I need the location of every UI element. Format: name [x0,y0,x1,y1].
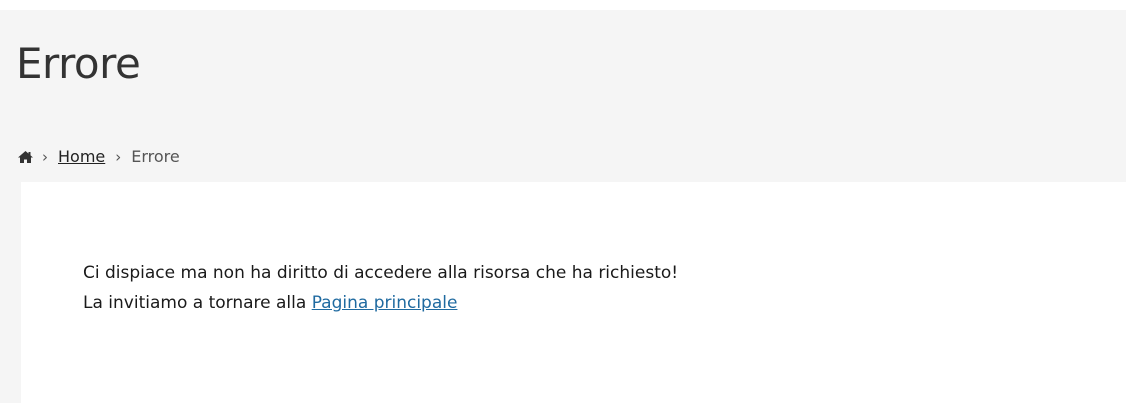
return-message-line: La invitiamo a tornare alla Pagina princ… [83,288,678,318]
breadcrumb-separator: › [42,148,48,166]
breadcrumb-separator: › [115,148,122,166]
error-message: Ci dispiace ma non ha diritto di acceder… [83,258,678,318]
breadcrumb-home-link[interactable]: Home [58,146,105,168]
breadcrumb-current: Errore [131,147,180,166]
main-page-link[interactable]: Pagina principale [312,293,458,313]
content-card: Ci dispiace ma non ha diritto di acceder… [21,182,1126,413]
error-message-line: Ci dispiace ma non ha diritto di acceder… [83,263,679,283]
page-header: Errore › Home › Errore Ci dispiace ma no… [0,10,1126,413]
page-title: Errore [16,39,141,88]
return-message-prefix: La invitiamo a tornare alla [83,293,307,313]
breadcrumb: › Home › Errore [17,146,180,168]
home-icon-svg [18,151,33,163]
error-page: Errore › Home › Errore Ci dispiace ma no… [0,0,1126,413]
home-icon[interactable] [17,150,34,164]
